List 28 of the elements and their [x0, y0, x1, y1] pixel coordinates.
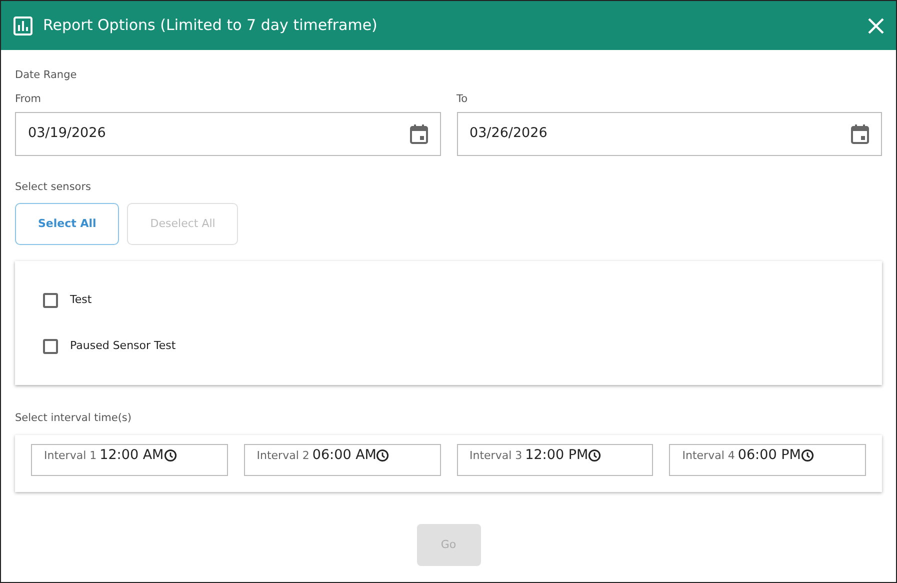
- clock-icon[interactable]: [164, 448, 177, 462]
- checkbox[interactable]: [43, 338, 58, 354]
- field-label: To: [456, 92, 469, 107]
- time-field[interactable]: Interval 2 06:00 AM: [244, 444, 440, 476]
- section-label: Select interval time(s): [15, 411, 132, 426]
- dialog-title: Report Options (Limited to 7 day timeframe): [43, 15, 378, 36]
- field-label: Interval 2: [256, 449, 310, 462]
- clock-icon[interactable]: [800, 448, 814, 462]
- date-field[interactable]: 03/19/2026: [15, 112, 440, 156]
- field-label: Interval 1: [43, 449, 98, 462]
- field-label: Interval 3: [468, 449, 524, 462]
- sensor-name: Paused Sensor Test: [70, 338, 176, 354]
- time-field[interactable]: Interval 3 12:00 PM: [456, 444, 654, 476]
- clock-icon[interactable]: [588, 448, 602, 462]
- calendar-icon[interactable]: [851, 124, 869, 144]
- clock-icon[interactable]: [376, 448, 390, 462]
- field-label: Interval 4: [681, 449, 736, 462]
- field-label: From: [15, 92, 42, 107]
- close-button[interactable]: [868, 18, 884, 34]
- bar-chart-icon: [13, 16, 33, 36]
- checkbox[interactable]: [43, 292, 58, 308]
- time-field[interactable]: Interval 4 06:00 PM: [669, 444, 866, 476]
- section-label: Date Range: [15, 68, 78, 83]
- section-label: Select sensors: [15, 180, 92, 194]
- calendar-icon[interactable]: [410, 124, 428, 144]
- date-field[interactable]: 03/26/2026: [456, 112, 882, 156]
- sensor-name: Test: [70, 292, 92, 308]
- time-field[interactable]: Interval 1 12:00 AM: [31, 444, 228, 476]
